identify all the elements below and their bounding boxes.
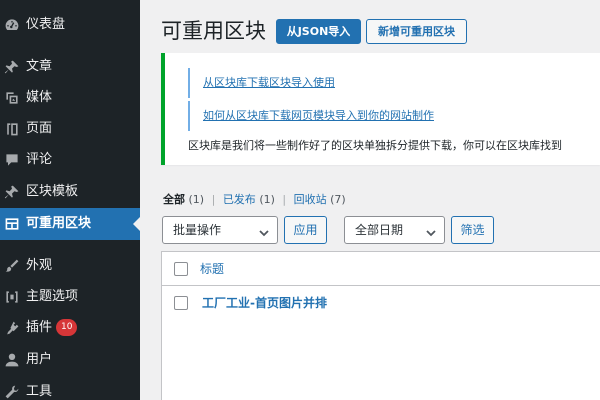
sidebar-item-label: 评论 [26,152,53,167]
block-library-download-link[interactable]: 从区块库下载区块导入使用 [188,68,600,98]
row-checkbox[interactable] [174,296,188,310]
sidebar-item-plugins[interactable]: 插件 10 [0,312,140,344]
sidebar-item-label: 文章 [26,59,53,74]
sidebar-item-label: 区块模板 [26,184,79,199]
sidebar-item-comments[interactable]: 评论 [0,144,140,176]
column-title-header[interactable]: 标题 [200,261,224,277]
chevron-down-icon [257,223,271,237]
page-title: 可重用区块 [161,19,266,43]
sidebar-item-label: 工具 [26,384,53,399]
table-header: 标题 [162,252,600,286]
sidebar-item-posts[interactable]: 文章 [0,51,140,83]
filter-published-count: (1) [259,193,275,206]
pin-icon [3,183,21,201]
date-filter-value: 全部日期 [355,223,404,237]
sidebar-item-block-templates[interactable]: 区块模板 [0,176,140,208]
sidebar-item-label: 页面 [26,121,53,136]
sidebar-item-label: 仪表盘 [26,17,66,32]
page-icon [3,120,21,138]
media-icon [3,89,21,107]
sidebar-item-label: 可重用区块 [26,216,92,231]
sidebar-item-reusable-blocks[interactable]: 可重用区块 [0,208,140,240]
admin-sidebar: 仪表盘 文章 媒体 页面 评论 区块模板 可重用区块 外观 主题选项 插件 10… [0,0,140,400]
sidebar-item-label: 用户 [26,352,53,367]
dashboard-icon [3,16,21,34]
chevron-down-icon [424,223,438,237]
apply-button[interactable]: 应用 [284,216,327,244]
table-row: 工厂工业-首页图片并排 [162,287,600,319]
filter-button[interactable]: 筛选 [451,216,494,244]
comment-icon [3,151,21,169]
table-icon [3,215,21,233]
sidebar-item-media[interactable]: 媒体 [0,82,140,114]
sidebar-item-theme-options[interactable]: 主题选项 [0,281,140,313]
filter-trash-link[interactable]: 回收站 [294,193,327,206]
filter-published-link[interactable]: 已发布 [223,193,256,206]
pin-icon [3,58,21,76]
add-reusable-block-button[interactable]: 新增可重用区块 [366,19,467,44]
sidebar-item-label: 插件 [26,320,53,335]
update-count-badge: 10 [56,319,78,336]
blocks-table: 标题 工厂工业-首页图片并排 [161,251,600,400]
select-all-checkbox[interactable] [174,262,188,276]
block-library-howto-link[interactable]: 如何从区块库下载网页模块导入到你的网站制作 [188,101,600,131]
filter-trash-count: (7) [330,193,346,206]
wrench-icon [3,383,21,400]
filter-all-count: (1) [188,193,205,206]
sidebar-item-dashboard[interactable]: 仪表盘 [0,9,140,41]
sidebar-item-label: 外观 [26,258,53,273]
sidebar-item-tools[interactable]: 工具 [0,376,140,400]
sidebar-item-pages[interactable]: 页面 [0,113,140,145]
filter-all-link[interactable]: 全部 [163,193,185,206]
sidebar-item-users[interactable]: 用户 [0,344,140,376]
separator: | [282,193,287,206]
bulk-action-value: 批量操作 [173,223,222,237]
row-title-link[interactable]: 工厂工业-首页图片并排 [202,295,327,311]
status-filter-links: 全部 (1) | 已发布 (1) | 回收站 (7) [163,192,346,208]
date-filter-select[interactable]: 全部日期 [344,216,445,244]
sidebar-item-label: 媒体 [26,90,53,105]
theme-options-icon [3,288,21,306]
brush-icon [3,257,21,275]
notice-panel: 从区块库下载区块导入使用 如何从区块库下载网页模块导入到你的网站制作 区块库是我… [161,53,600,165]
notice-description: 区块库是我们将一些制作好了的区块单独拆分提供下载，你可以在区块库找到 [188,139,562,152]
plugin-icon [3,319,21,337]
sidebar-item-appearance[interactable]: 外观 [0,250,140,282]
bulk-action-select[interactable]: 批量操作 [162,216,278,244]
user-icon [3,351,21,369]
import-json-button[interactable]: 从JSON导入 [276,19,361,44]
sidebar-item-label: 主题选项 [26,289,79,304]
separator: | [211,193,216,206]
